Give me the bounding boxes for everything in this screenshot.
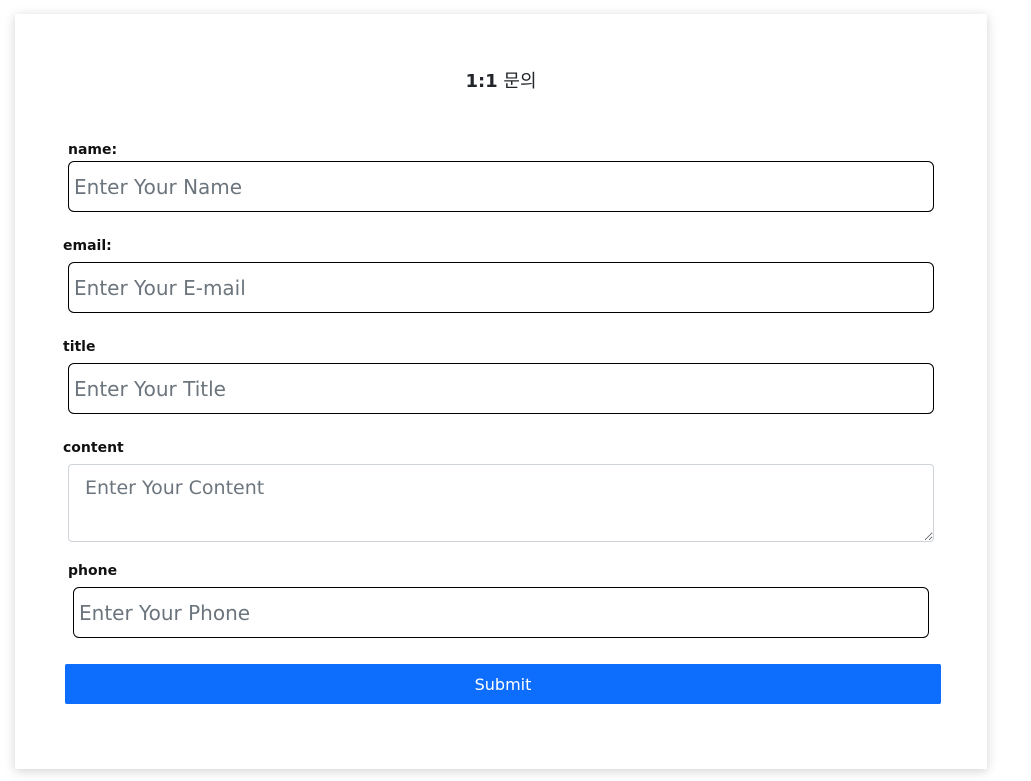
page-title: 1:1 문의	[15, 70, 987, 94]
content-label: content	[63, 440, 124, 456]
title-input[interactable]	[68, 363, 934, 414]
name-input[interactable]	[68, 161, 934, 212]
submit-button[interactable]: Submit	[65, 664, 941, 704]
content-textarea[interactable]	[68, 464, 934, 542]
title-label: title	[63, 339, 96, 355]
email-input[interactable]	[68, 262, 934, 313]
page-title-text: 문의	[497, 71, 537, 92]
page-title-bold: 1:1	[465, 71, 498, 92]
email-label: email:	[63, 238, 112, 254]
inquiry-form-card: 1:1 문의 name: email: title content phone …	[15, 14, 987, 769]
phone-input[interactable]	[73, 587, 929, 638]
phone-label: phone	[68, 563, 118, 579]
name-label: name:	[68, 142, 118, 158]
